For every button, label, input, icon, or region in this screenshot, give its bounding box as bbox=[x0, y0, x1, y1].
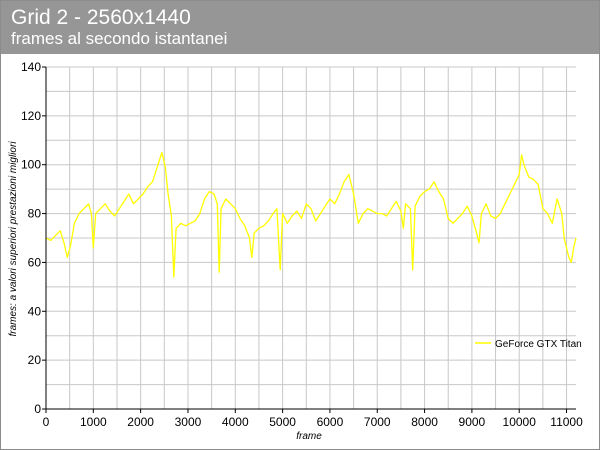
y-axis-label: frames: a valori superiori prestazioni m… bbox=[8, 141, 19, 337]
x-tick-label: 9000 bbox=[459, 415, 486, 429]
x-axis-label: frame bbox=[296, 431, 322, 442]
x-tick-label: 1000 bbox=[80, 415, 107, 429]
series-group bbox=[45, 151, 577, 278]
legend: GeForce GTX Titan bbox=[475, 339, 582, 350]
line-chart: 0 1000 2000 3000 4000 5000 6000 7000 8000 9000 100… bbox=[8, 60, 583, 442]
y-tick-label: 140 bbox=[21, 60, 41, 74]
grid-lines bbox=[45, 66, 576, 410]
y-tick-label: 20 bbox=[28, 353, 42, 367]
x-tick-label: 3000 bbox=[175, 415, 202, 429]
x-tick-label: 5000 bbox=[269, 415, 296, 429]
x-tick-label: 7000 bbox=[364, 415, 391, 429]
legend-label: GeForce GTX Titan bbox=[495, 339, 582, 350]
x-tick-label: 10000 bbox=[503, 415, 537, 429]
tick-labels: 0 1000 2000 3000 4000 5000 6000 7000 8000 9000 100… bbox=[21, 60, 583, 429]
chart-frame: Grid 2 - 2560x1440 frames al secondo ist… bbox=[0, 0, 600, 450]
x-tick-label: 4000 bbox=[222, 415, 249, 429]
x-tick-label: 2000 bbox=[127, 415, 154, 429]
y-tick-label: 60 bbox=[28, 255, 42, 269]
y-tick-label: 120 bbox=[21, 109, 41, 123]
x-tick-label: 6000 bbox=[317, 415, 344, 429]
series-line bbox=[45, 151, 577, 278]
x-tick-label: 11000 bbox=[550, 415, 583, 429]
y-tick-label: 80 bbox=[28, 207, 42, 221]
x-tick-label: 0 bbox=[43, 415, 50, 429]
y-tick-label: 40 bbox=[28, 304, 42, 318]
y-tick-label: 0 bbox=[34, 402, 41, 416]
y-tick-label: 100 bbox=[21, 158, 41, 172]
x-tick-label: 8000 bbox=[411, 415, 438, 429]
